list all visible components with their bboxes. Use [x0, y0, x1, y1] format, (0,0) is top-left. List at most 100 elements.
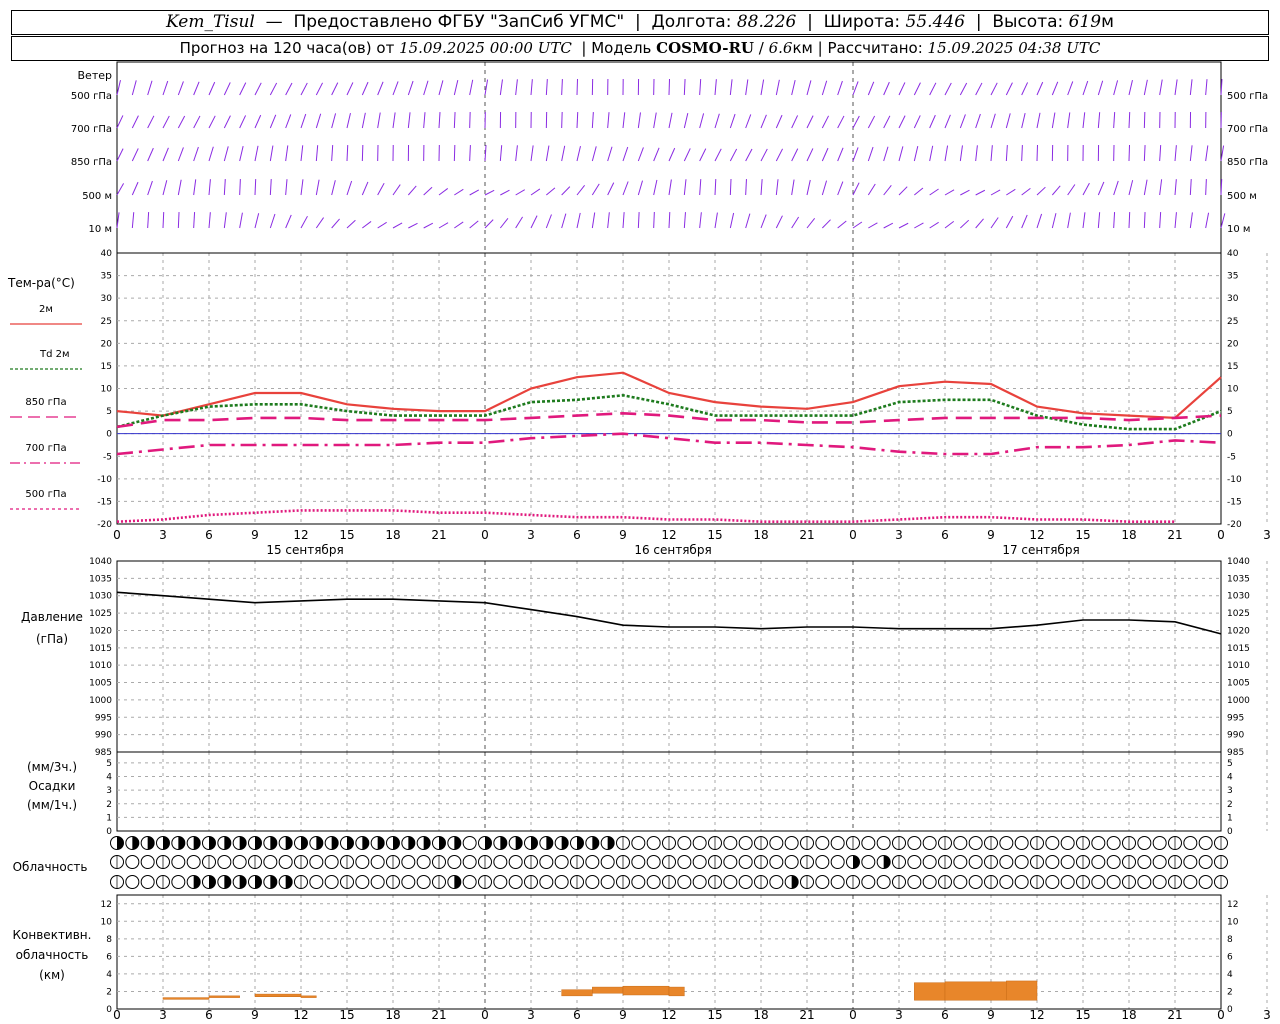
wind-barb	[714, 179, 717, 196]
wind-barb	[561, 213, 567, 229]
precip-tick-left: 5	[106, 759, 112, 769]
temperature-panel-title: Тем-ра(°C)	[7, 276, 75, 290]
wind-barb	[377, 81, 384, 96]
wind-barb	[546, 187, 556, 196]
wind-barb	[1128, 180, 1134, 196]
wind-barb	[438, 80, 444, 96]
pressure-tick-left: 1000	[89, 696, 112, 706]
hour-tick-label: 21	[799, 1008, 814, 1022]
wind-barb	[469, 220, 479, 229]
wind-barb	[1021, 187, 1031, 196]
wind-barb	[883, 222, 894, 229]
wind-barb	[622, 181, 629, 196]
wind-barb	[193, 212, 196, 229]
cloud-fill	[515, 836, 523, 850]
wind-barb	[975, 189, 986, 196]
wind-barb	[162, 80, 169, 96]
wind-barb	[760, 179, 763, 196]
wind-barb	[1067, 81, 1074, 96]
wind-barb	[239, 179, 241, 196]
conv-tick-left: 4	[106, 970, 112, 980]
wind-barb	[453, 145, 456, 162]
cloud-fill	[531, 836, 538, 850]
wind-barb	[791, 216, 800, 229]
cloud-fill	[255, 875, 262, 889]
wind-barb	[361, 112, 366, 129]
wind-barb	[162, 115, 170, 129]
wind-barb	[193, 179, 197, 196]
wind-barb	[622, 112, 626, 129]
cloud-fill	[209, 836, 216, 850]
wind-barb	[1082, 212, 1086, 229]
wind-barb	[1159, 212, 1162, 229]
wind-barb	[315, 217, 325, 229]
wind-barb	[1005, 215, 1014, 229]
wind-barb	[607, 112, 610, 129]
hour-tick-label: 3	[159, 528, 167, 542]
temp-legend-label: 500 гПа	[25, 489, 66, 500]
hour-tick-label: 3	[527, 528, 535, 542]
wind-barb	[499, 79, 503, 96]
temp-tick-left: 15	[101, 362, 112, 372]
hour-tick-label: 21	[431, 1008, 446, 1022]
hour-tick-label: 0	[1217, 528, 1225, 542]
wind-barb	[944, 82, 952, 96]
wind-level-label-right: 500 гПа	[1227, 91, 1268, 102]
meteogram: 500 гПа 500 гПа 700 гПа 700 гПа 850 гПа 850 г…	[7, 61, 1271, 1022]
wind-barb	[177, 115, 186, 129]
wind-barb	[883, 185, 892, 196]
wind-barb	[745, 148, 753, 162]
cloud-fill	[423, 836, 431, 850]
hour-tick-label: 0	[113, 1008, 121, 1022]
wind-barb	[484, 219, 494, 229]
wind-barb	[929, 188, 939, 196]
temp-tick-left: 20	[101, 339, 113, 349]
convective-cloud-bar	[668, 986, 685, 997]
wind-barb	[1143, 79, 1148, 96]
wind-barb	[561, 112, 563, 129]
conv-tick-left: 0	[106, 1005, 112, 1015]
wind-barb	[852, 115, 860, 129]
wind-barb	[1189, 179, 1192, 196]
wind-barb	[1051, 81, 1059, 96]
wind-barb	[637, 212, 640, 229]
wind-barb	[392, 222, 403, 229]
wind-barb	[760, 114, 767, 129]
wind-barb	[331, 145, 334, 162]
temp-tick-right: -10	[1227, 475, 1242, 485]
wind-barb	[239, 212, 243, 229]
temp-tick-left: 10	[101, 385, 113, 395]
wind-barb	[469, 79, 474, 96]
hour-tick-label: 3	[895, 528, 903, 542]
hour-tick-label: 3	[1263, 1008, 1271, 1022]
wind-barb	[852, 182, 860, 196]
wind-barb	[975, 113, 981, 129]
wind-barb	[653, 147, 660, 162]
wind-barb	[914, 187, 924, 196]
wind-barb	[990, 217, 999, 229]
temp-tick-left: 5	[106, 407, 112, 417]
conv-tick-right: 8	[1227, 935, 1233, 945]
pressure-tick-right: 985	[1227, 748, 1244, 758]
wind-barb	[1051, 213, 1057, 229]
wind-barb	[331, 180, 336, 196]
wind-barb	[668, 179, 672, 196]
wind-barb	[131, 181, 139, 196]
hour-tick-label: 0	[849, 528, 857, 542]
cloud-fill	[239, 836, 247, 850]
wind-barb	[1174, 212, 1177, 229]
wind-barb	[239, 82, 247, 96]
wind-barb	[315, 145, 319, 162]
cloud-fill	[853, 855, 860, 869]
cloud-fill	[147, 836, 155, 850]
wind-barb	[668, 79, 671, 96]
cloud-fill	[209, 875, 216, 889]
wind-barb	[223, 146, 229, 162]
wind-barb	[346, 82, 354, 96]
wind-barb	[867, 115, 876, 129]
pressure-tick-left: 995	[95, 713, 112, 723]
wind-barb	[254, 114, 262, 129]
hour-tick-label: 3	[895, 1008, 903, 1022]
wind-barb	[269, 82, 278, 96]
wind-barb	[545, 79, 548, 96]
